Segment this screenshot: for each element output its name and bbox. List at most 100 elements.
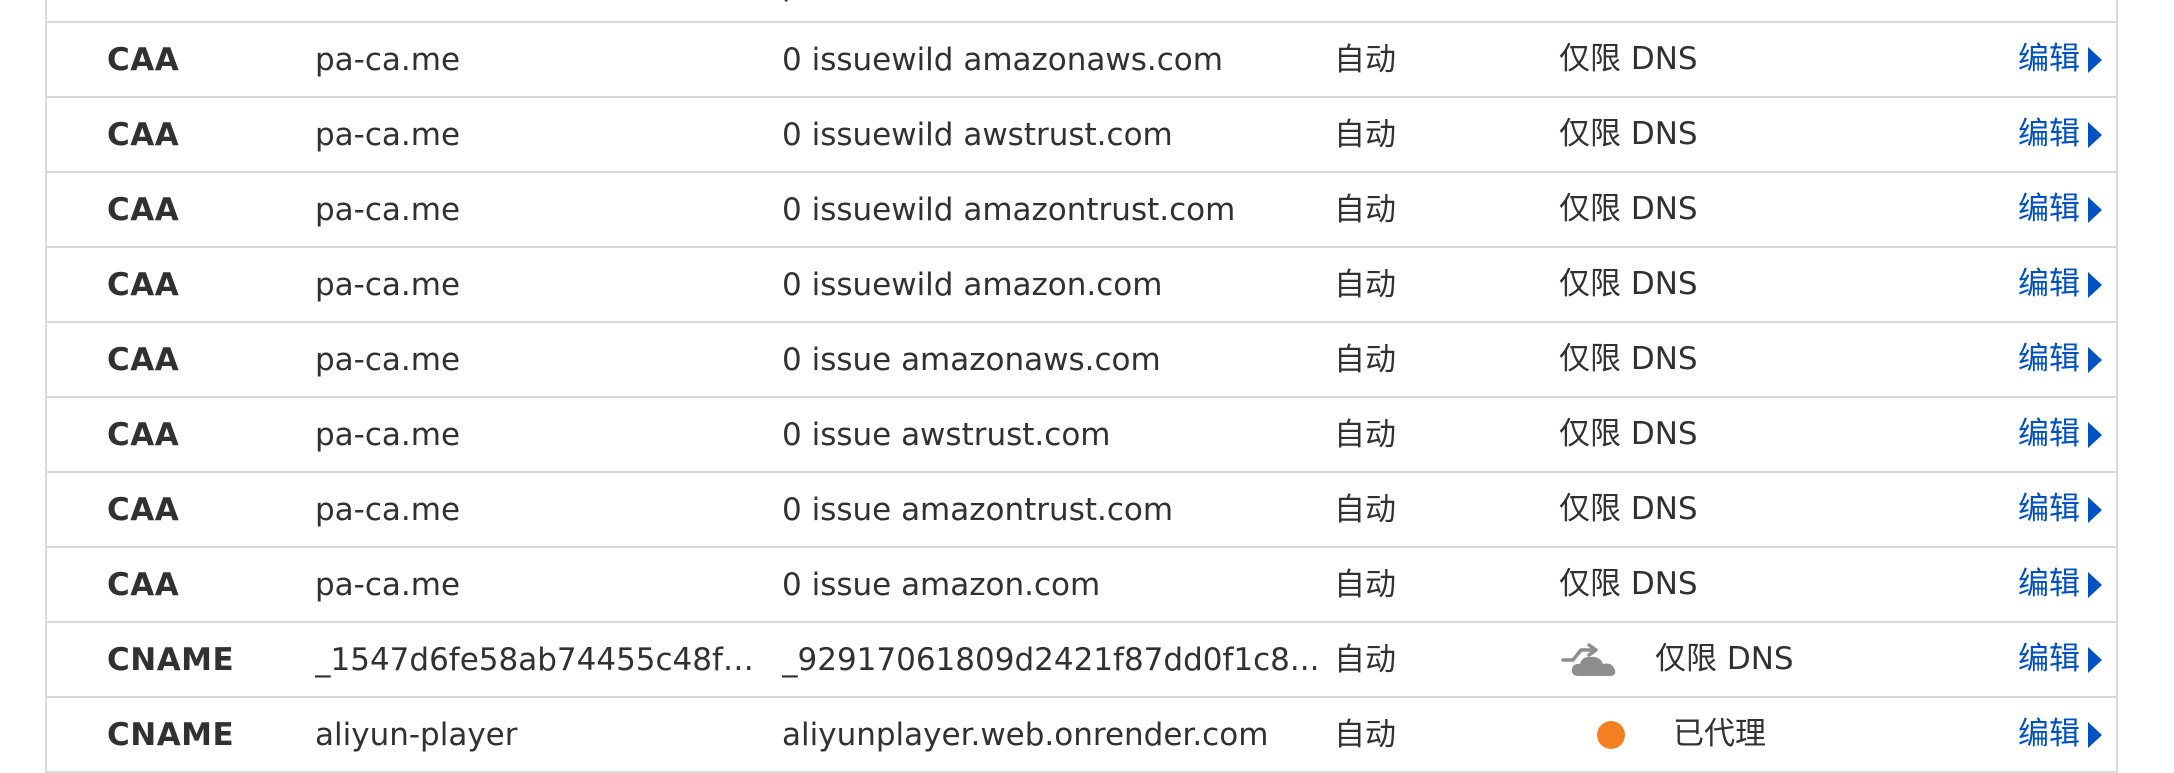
caret-right-icon <box>2088 46 2102 73</box>
proxy-status: 仅限 DNS <box>1559 548 1698 621</box>
proxied-dot-icon <box>1597 720 1625 749</box>
proxy-status-label: 仅限 DNS <box>1559 191 1698 227</box>
table-row: CAA pa-ca.me 0 issue awstrust.com 自动 仅限 DNS 编… <box>47 398 2116 473</box>
caret-right-icon <box>2088 196 2102 223</box>
record-name: aliyun-player <box>315 717 518 753</box>
record-type: CAA <box>107 567 180 603</box>
caret-right-icon <box>2088 646 2102 673</box>
record-content: _92917061809d2421f87dd0f1c8... <box>782 642 1320 678</box>
dns-records-table: CNAMEwwwpa-ca.me自动已代理编辑CAApa-ca.me0 issu… <box>45 0 2118 773</box>
caret-right-icon <box>2088 346 2102 373</box>
edit-button[interactable]: 编辑 <box>2018 323 2102 396</box>
proxy-status-label: 仅限 DNS <box>1559 566 1698 602</box>
table-row: CAA pa-ca.me 0 issuewild amazonaws.com 自动 仅限… <box>47 23 2116 98</box>
record-type: CAA <box>107 192 180 228</box>
record-name: pa-ca.me <box>315 492 461 528</box>
edit-button-label: 编辑 <box>2018 0 2080 21</box>
caret-right-icon <box>2088 571 2102 598</box>
record-content: 0 issuewild awstrust.com <box>782 117 1173 153</box>
edit-button-label: 编辑 <box>2018 191 2080 227</box>
edit-button-label: 编辑 <box>2018 716 2080 752</box>
proxy-status: 仅限 DNS <box>1559 398 1698 471</box>
proxy-status: 仅限 DNS <box>1559 473 1698 546</box>
record-name: pa-ca.me <box>315 267 461 303</box>
edit-button[interactable]: 编辑 <box>2018 473 2102 546</box>
cloud-dns-only-icon <box>1561 642 1616 676</box>
record-name: _1547d6fe58ab74455c48f1... <box>315 642 765 678</box>
record-content: aliyunplayer.web.onrender.com <box>782 717 1269 753</box>
proxy-status: 仅限 DNS <box>1559 173 1698 246</box>
record-type: CNAME <box>107 642 235 678</box>
record-name: pa-ca.me <box>315 42 461 78</box>
record-content: pa-ca.me <box>782 0 1322 21</box>
proxy-status: 已代理 <box>1559 0 1766 21</box>
edit-button-label: 编辑 <box>2018 266 2080 302</box>
record-content: 0 issuewild amazontrust.com <box>782 192 1236 228</box>
edit-button[interactable]: 编辑 <box>2018 173 2102 246</box>
record-ttl: 自动 <box>1334 42 1396 78</box>
proxy-status-label: 仅限 DNS <box>1559 266 1698 302</box>
table-row: CNAME _1547d6fe58ab74455c48f1... _92917061… <box>47 623 2116 698</box>
record-type: CNAME <box>107 0 234 21</box>
edit-button[interactable]: 编辑 <box>2018 623 2102 696</box>
record-ttl: 自动 <box>1334 717 1396 753</box>
proxy-status: 仅限 DNS <box>1559 248 1698 321</box>
edit-button-label: 编辑 <box>2018 116 2080 152</box>
record-ttl: 自动 <box>1334 417 1396 453</box>
edit-button-label: 编辑 <box>2018 641 2080 677</box>
table-row: CAA pa-ca.me 0 issuewild amazontrust.com 自动… <box>47 173 2116 248</box>
caret-right-icon <box>2088 271 2102 298</box>
record-type: CAA <box>107 417 180 453</box>
record-name: pa-ca.me <box>315 342 461 378</box>
edit-button-label: 编辑 <box>2018 341 2080 377</box>
record-name: pa-ca.me <box>315 192 461 228</box>
record-content: 0 issue amazon.com <box>782 567 1101 603</box>
record-type: CNAME <box>107 717 235 753</box>
record-content: 0 issuewild amazonaws.com <box>782 42 1223 78</box>
proxy-status-label: 仅限 DNS <box>1559 491 1698 527</box>
record-content: 0 issue amazontrust.com <box>782 492 1174 528</box>
edit-button[interactable]: 编辑 <box>2018 98 2102 171</box>
table-row: CAA pa-ca.me 0 issuewild awstrust.com 自动 仅限 … <box>47 98 2116 173</box>
edit-button[interactable]: 编辑 <box>2018 248 2102 321</box>
record-ttl: 自动 <box>1334 342 1396 378</box>
record-ttl: 自动 <box>1334 567 1396 603</box>
edit-button[interactable]: 编辑 <box>2018 698 2102 771</box>
edit-button-label: 编辑 <box>2018 566 2080 602</box>
caret-right-icon <box>2088 496 2102 523</box>
proxy-status-label: 已代理 <box>1673 0 1766 21</box>
record-type: CAA <box>107 117 180 153</box>
table-row: CAA pa-ca.me 0 issuewild amazon.com 自动 仅限 DN… <box>47 248 2116 323</box>
table-row: CAA pa-ca.me 0 issue amazontrust.com 自动 仅限 D… <box>47 473 2116 548</box>
table-row: CAA pa-ca.me 0 issue amazon.com 自动 仅限 DNS 编辑 <box>47 548 2116 623</box>
proxy-status-label: 仅限 DNS <box>1559 341 1698 377</box>
edit-button-label: 编辑 <box>2018 416 2080 452</box>
table-row: CNAME www pa-ca.me 自动 已代理 编辑 <box>47 0 2116 23</box>
table-row: CAA pa-ca.me 0 issue amazonaws.com 自动 仅限 DNS… <box>47 323 2116 398</box>
proxy-status: 已代理 <box>1559 698 1766 771</box>
proxy-status-label: 仅限 DNS <box>1559 416 1698 452</box>
record-ttl: 自动 <box>1334 642 1396 678</box>
record-content: 0 issue amazonaws.com <box>782 342 1161 378</box>
record-type: CAA <box>107 267 180 303</box>
record-name: www <box>315 0 765 21</box>
edit-button[interactable]: 编辑 <box>2018 0 2102 21</box>
proxy-status-label: 仅限 DNS <box>1655 641 1794 677</box>
caret-right-icon <box>2088 121 2102 148</box>
edit-button[interactable]: 编辑 <box>2018 548 2102 621</box>
table-row: CNAME aliyun-player aliyunplayer.web.onren… <box>47 698 2116 773</box>
record-name: pa-ca.me <box>315 567 461 603</box>
edit-button-label: 编辑 <box>2018 491 2080 527</box>
proxy-status: 仅限 DNS <box>1559 23 1698 96</box>
record-name: pa-ca.me <box>315 417 461 453</box>
record-content: 0 issuewild amazon.com <box>782 267 1163 303</box>
record-ttl: 自动 <box>1334 267 1396 303</box>
proxy-status-label: 已代理 <box>1673 716 1766 752</box>
edit-button[interactable]: 编辑 <box>2018 23 2102 96</box>
caret-right-icon <box>2088 421 2102 448</box>
edit-button[interactable]: 编辑 <box>2018 398 2102 471</box>
record-ttl: 自动 <box>1334 117 1396 153</box>
record-ttl: 自动 <box>1334 192 1396 228</box>
record-ttl: 自动 <box>1334 492 1396 528</box>
record-content: 0 issue awstrust.com <box>782 417 1111 453</box>
